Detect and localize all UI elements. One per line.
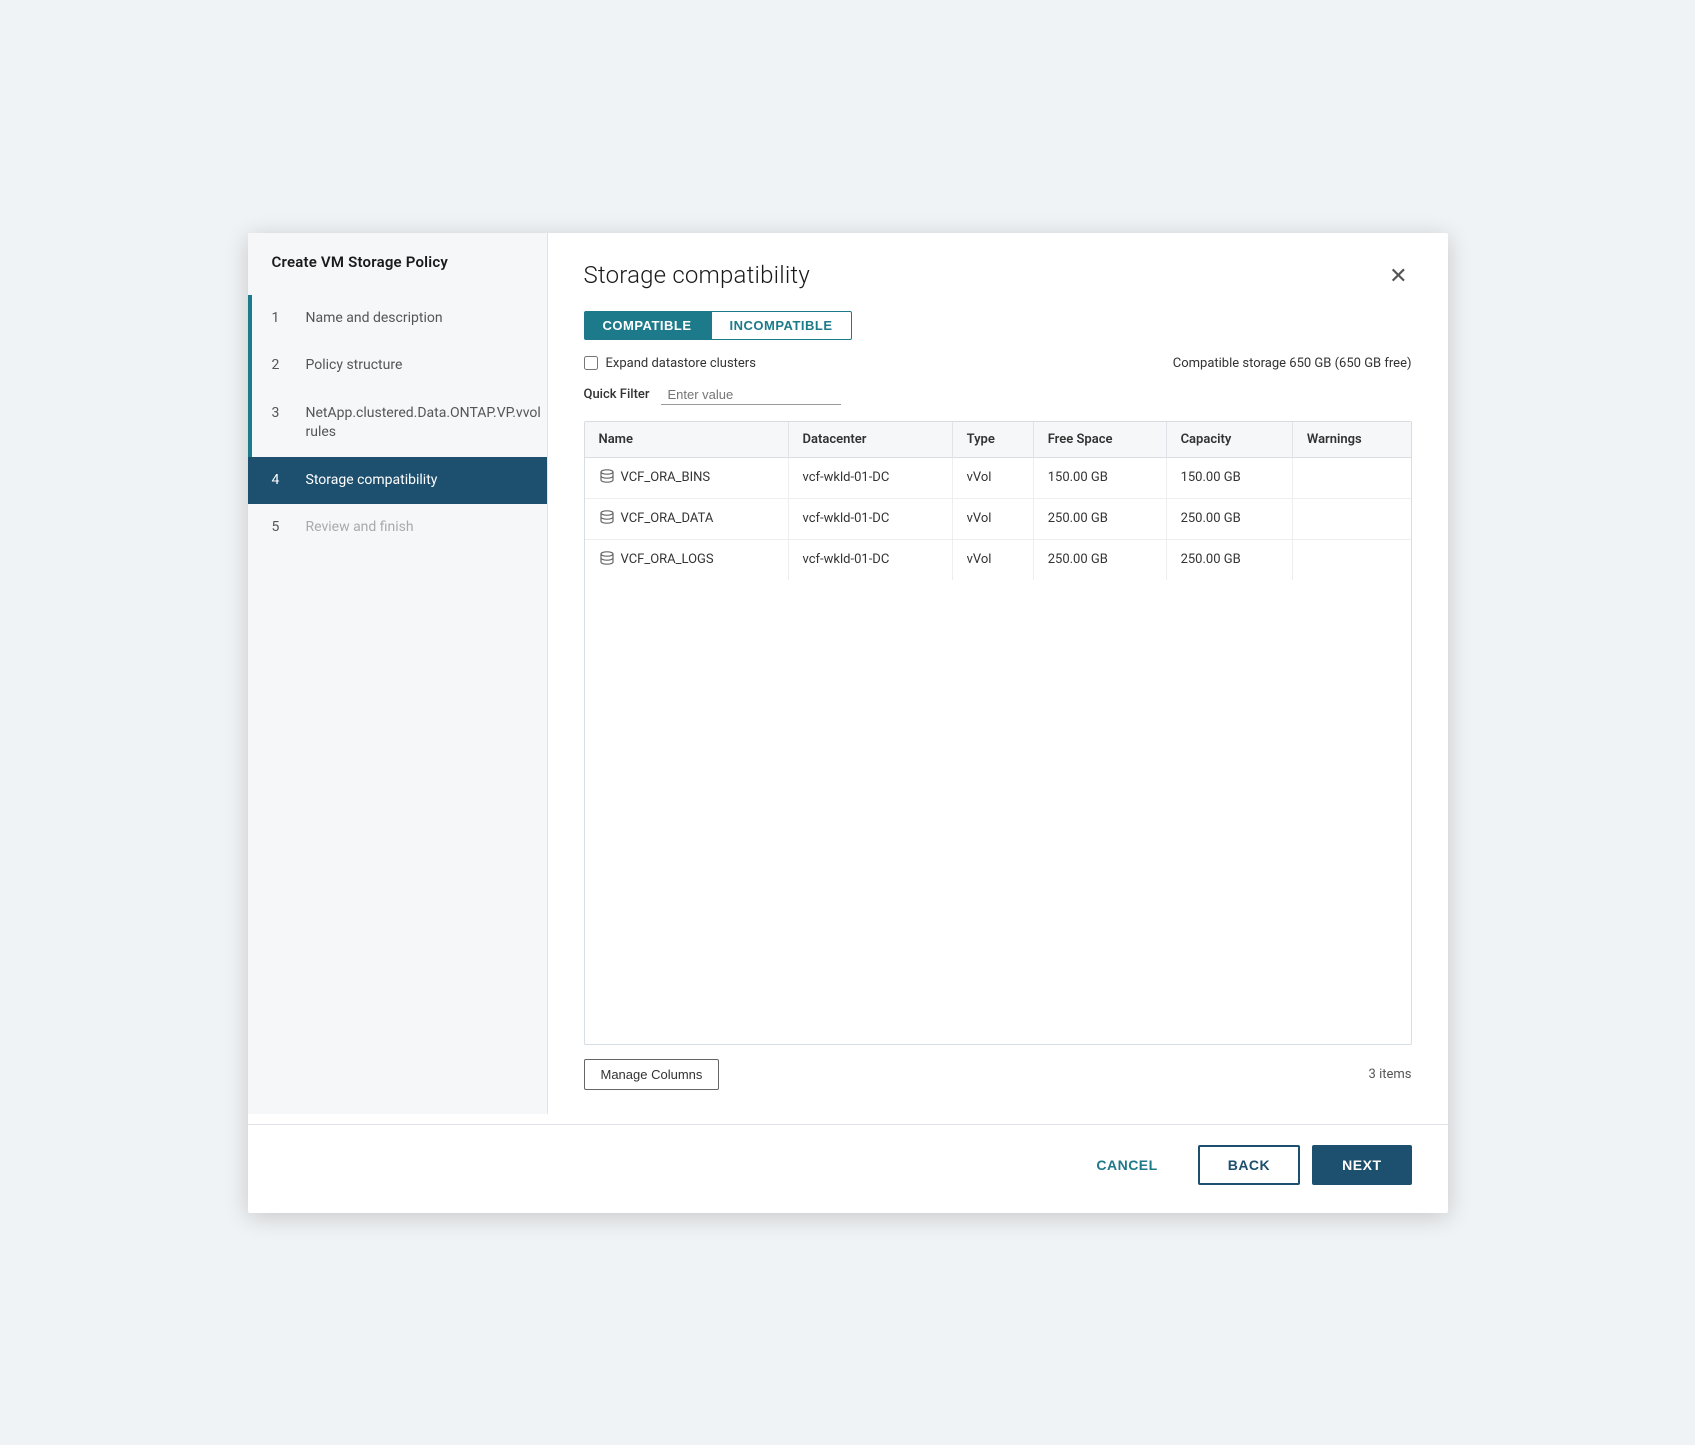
step-number-2: 2	[272, 357, 296, 373]
col-header-warnings: Warnings	[1292, 422, 1410, 458]
next-button[interactable]: NEXT	[1312, 1145, 1411, 1185]
step-label-5: Review and finish	[306, 518, 414, 538]
table-row[interactable]: VCF_ORA_BINS vcf-wkld-01-DC vVol 150.00 …	[585, 457, 1411, 498]
step-item-1[interactable]: 1 Name and description	[248, 295, 547, 343]
quick-filter-input[interactable]	[661, 385, 841, 405]
expand-datastore-checkbox-label[interactable]: Expand datastore clusters	[584, 356, 756, 371]
storage-table: Name Datacenter Type Free Space Capacity…	[585, 422, 1411, 580]
cell-capacity: 250.00 GB	[1166, 498, 1292, 539]
storage-table-container: Name Datacenter Type Free Space Capacity…	[584, 421, 1412, 1045]
table-footer: Manage Columns 3 items	[584, 1055, 1412, 1094]
filter-compat-row: Expand datastore clusters Compatible sto…	[584, 356, 1412, 371]
step-item-5: 5 Review and finish	[248, 504, 547, 552]
expand-datastore-checkbox[interactable]	[584, 356, 598, 370]
cell-name: VCF_ORA_LOGS	[585, 539, 789, 580]
col-header-capacity: Capacity	[1166, 422, 1292, 458]
cell-capacity: 150.00 GB	[1166, 457, 1292, 498]
cell-datacenter: vcf-wkld-01-DC	[788, 457, 952, 498]
cell-datacenter: vcf-wkld-01-DC	[788, 498, 952, 539]
col-header-name: Name	[585, 422, 789, 458]
cell-name: VCF_ORA_DATA	[585, 498, 789, 539]
quick-filter-label: Quick Filter	[584, 387, 650, 402]
step-list: 1 Name and description 2 Policy structur…	[248, 295, 547, 553]
step-label-1: Name and description	[306, 309, 443, 329]
manage-columns-button[interactable]: Manage Columns	[584, 1059, 720, 1090]
cell-type: vVol	[952, 539, 1033, 580]
content-area: Storage compatibility ✕ COMPATIBLE INCOM…	[548, 233, 1448, 1114]
expand-datastore-label: Expand datastore clusters	[606, 356, 756, 371]
cancel-button[interactable]: CANCEL	[1068, 1145, 1185, 1185]
col-header-free-space: Free Space	[1033, 422, 1166, 458]
database-icon	[599, 468, 615, 488]
table-row[interactable]: VCF_ORA_DATA vcf-wkld-01-DC vVol 250.00 …	[585, 498, 1411, 539]
step-label-3: NetApp.clustered.Data.ONTAP.VP.vvol rule…	[306, 404, 541, 443]
step-number-1: 1	[272, 310, 296, 326]
cell-warnings	[1292, 539, 1410, 580]
cell-warnings	[1292, 498, 1410, 539]
sidebar: Create VM Storage Policy 1 Name and desc…	[248, 233, 548, 1114]
database-icon	[599, 509, 615, 529]
cell-type: vVol	[952, 498, 1033, 539]
table-header-row: Name Datacenter Type Free Space Capacity…	[585, 422, 1411, 458]
step-number-4: 4	[272, 472, 296, 488]
table-row[interactable]: VCF_ORA_LOGS vcf-wkld-01-DC vVol 250.00 …	[585, 539, 1411, 580]
back-button[interactable]: BACK	[1198, 1145, 1300, 1185]
cell-datacenter: vcf-wkld-01-DC	[788, 539, 952, 580]
cell-free-space: 150.00 GB	[1033, 457, 1166, 498]
step-item-2[interactable]: 2 Policy structure	[248, 342, 547, 390]
items-count: 3 items	[1369, 1067, 1412, 1082]
cell-capacity: 250.00 GB	[1166, 539, 1292, 580]
create-vm-storage-policy-modal: Create VM Storage Policy 1 Name and desc…	[248, 233, 1448, 1213]
modal-footer: CANCEL BACK NEXT	[248, 1124, 1448, 1213]
step-number-5: 5	[272, 519, 296, 535]
sidebar-title: Create VM Storage Policy	[248, 253, 547, 295]
step-number-3: 3	[272, 405, 296, 421]
compatible-storage-text: Compatible storage 650 GB (650 GB free)	[1173, 356, 1412, 371]
database-icon	[599, 550, 615, 570]
step-label-4: Storage compatibility	[306, 471, 438, 491]
step-item-3[interactable]: 3 NetApp.clustered.Data.ONTAP.VP.vvol ru…	[248, 390, 547, 457]
cell-free-space: 250.00 GB	[1033, 539, 1166, 580]
tab-row: COMPATIBLE INCOMPATIBLE	[584, 311, 1412, 340]
col-header-datacenter: Datacenter	[788, 422, 952, 458]
cell-type: vVol	[952, 457, 1033, 498]
step-label-2: Policy structure	[306, 356, 403, 376]
step-item-4[interactable]: 4 Storage compatibility	[248, 457, 547, 505]
tab-compatible[interactable]: COMPATIBLE	[584, 311, 711, 340]
cell-name: VCF_ORA_BINS	[585, 457, 789, 498]
cell-free-space: 250.00 GB	[1033, 498, 1166, 539]
quick-filter-row: Quick Filter	[584, 385, 1412, 405]
col-header-type: Type	[952, 422, 1033, 458]
tab-incompatible[interactable]: INCOMPATIBLE	[711, 311, 852, 340]
cell-warnings	[1292, 457, 1410, 498]
section-title: Storage compatibility	[584, 261, 810, 289]
close-button[interactable]: ✕	[1385, 261, 1411, 291]
